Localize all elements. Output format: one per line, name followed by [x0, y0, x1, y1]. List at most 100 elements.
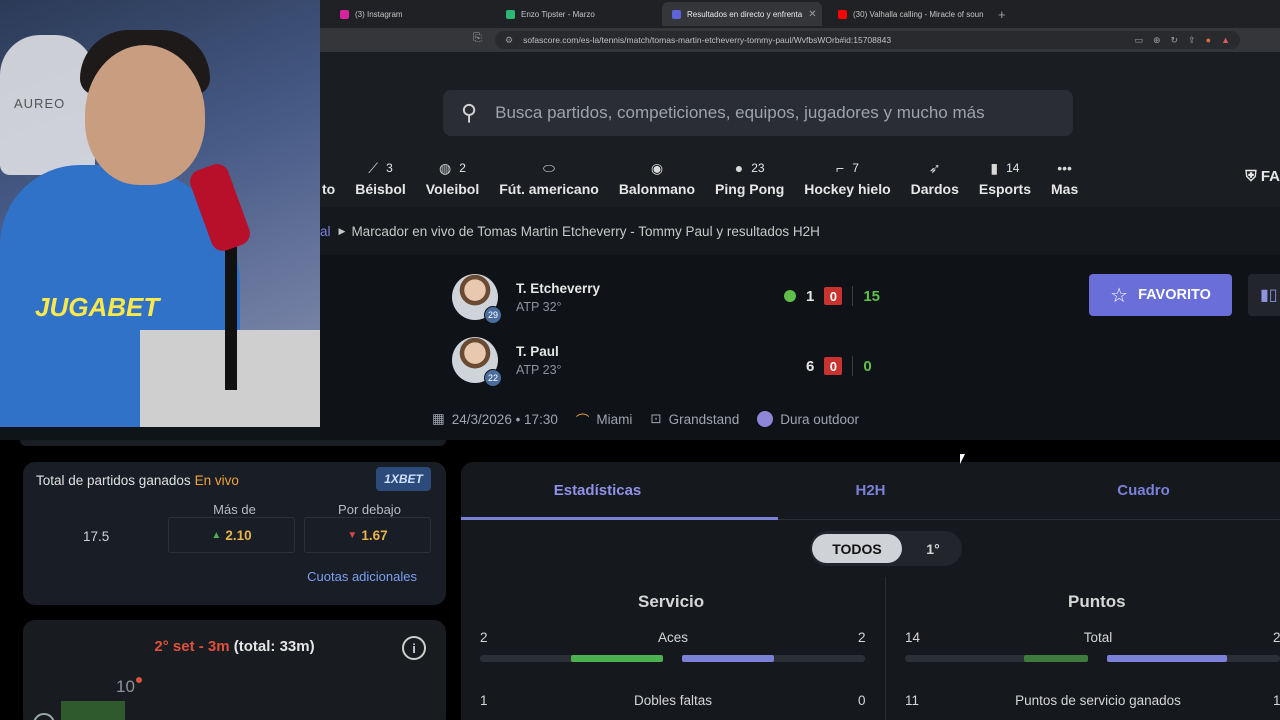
player-row-home[interactable]: 29 T. Etcheverry ATP 32°: [452, 274, 600, 324]
sport-label: to: [322, 181, 336, 197]
tournament-icon: ⌒: [575, 413, 590, 428]
arrow-down-icon: ▼: [347, 529, 358, 541]
favorite-button[interactable]: ☆ FAVORITO: [1089, 274, 1232, 316]
service-title: Servicio: [638, 592, 705, 611]
red-dot-icon: [135, 677, 142, 683]
active-tab-indicator: [461, 517, 778, 520]
player-ranking: ATP 32°: [516, 299, 562, 314]
cast-icon[interactable]: ▭: [1134, 35, 1143, 46]
search-placeholder: Busca partidos, competiciones, equipos, …: [495, 103, 985, 122]
site-info-icon[interactable]: ⚙: [505, 35, 513, 46]
more-icon: •••: [1057, 160, 1072, 176]
match-court: ⊡ Grandstand: [650, 409, 739, 429]
favorite-label: FAVORITO: [1138, 287, 1211, 303]
browser-tab[interactable]: (30) Valhalla calling - Miracle of soun: [828, 2, 988, 26]
odds-line: 17.5: [83, 529, 110, 544]
sport-label: Esports: [978, 181, 1031, 197]
stadium-icon: ⊡: [650, 411, 662, 426]
statistics-panel: Estadísticas H2H Cuadro TODOS 1° Servici…: [461, 462, 1280, 720]
games-score: 0: [824, 357, 843, 375]
zoom-icon[interactable]: ⊕: [1153, 35, 1161, 46]
browser-tab[interactable]: (3) Instagram: [330, 2, 490, 26]
darts-icon: ➶: [928, 159, 941, 176]
stat-bar-left: [905, 655, 1088, 662]
compare-icon[interactable]: ▮▯: [1248, 274, 1280, 316]
sport-item-balonmano[interactable]: ◉ Balonmano: [609, 158, 705, 204]
close-icon[interactable]: ✕: [808, 9, 816, 20]
alert-icon[interactable]: ▲: [1221, 35, 1230, 45]
tab-label: Enzo Tipster - Marzo: [521, 9, 595, 19]
under-odds-button[interactable]: ▼ 1.67: [304, 517, 431, 553]
baseball-icon: ⟋: [368, 159, 379, 176]
serving-ball-icon: [784, 290, 796, 302]
tournament-text: Miami: [596, 411, 633, 427]
over-odds-button[interactable]: ▲ 2.10: [168, 517, 295, 553]
stat-label: Dobles faltas: [633, 693, 713, 708]
sport-item-esports[interactable]: ▮ 14 Esports: [969, 158, 1041, 204]
filter-first-set[interactable]: 1°: [910, 534, 956, 563]
stat-label: Aces: [657, 630, 688, 645]
sport-item-hockey-hielo[interactable]: ⌐ 7 Hockey hielo: [794, 158, 900, 204]
tab-label: (30) Valhalla calling - Miracle of soun: [853, 9, 984, 19]
player-avatar: 22: [452, 337, 502, 387]
search-input[interactable]: ⚲ Busca partidos, competiciones, equipos…: [443, 90, 1073, 136]
tab-h2h[interactable]: H2H: [734, 462, 1007, 519]
share-icon[interactable]: ⇪: [1188, 35, 1196, 46]
stat-label: Total: [1083, 630, 1113, 645]
sport-count: 14: [1006, 161, 1020, 175]
momentum-bar: [61, 701, 125, 720]
points-score: 15: [863, 287, 881, 305]
odds-title: Total de partidos ganados En vivo: [36, 473, 239, 488]
points-title: Puntos: [1068, 592, 1126, 611]
shirt-logo: JUGABET: [35, 292, 160, 322]
new-tab-button[interactable]: +: [994, 7, 1006, 22]
player-ranking: ATP 23°: [516, 362, 562, 377]
extension-icon[interactable]: ●: [1206, 35, 1211, 45]
search-icon: ⚲: [461, 100, 478, 125]
more-odds-link[interactable]: Cuotas adicionales: [307, 569, 417, 584]
sport-item-mas[interactable]: ••• Mas: [1041, 158, 1088, 204]
browser-tab[interactable]: Enzo Tipster - Marzo: [496, 2, 656, 26]
info-icon[interactable]: i: [402, 636, 426, 660]
calendar-icon: ▦: [432, 411, 445, 426]
bar-fill: [1024, 655, 1088, 662]
period-filter: TODOS 1°: [810, 531, 962, 566]
sets-score: 1: [806, 287, 815, 305]
bookmaker-logo[interactable]: 1XBET: [376, 467, 431, 491]
tab-cuadro[interactable]: Cuadro: [1007, 462, 1280, 519]
bookmark-icon[interactable]: ⎘: [473, 32, 482, 45]
games-score: 0: [824, 287, 843, 305]
handball-icon: ◉: [650, 159, 664, 176]
sport-label: Balonmano: [618, 181, 696, 197]
odds-card: Total de partidos ganados En vivo 1XBET M…: [23, 462, 446, 605]
sport-item-ping-pong[interactable]: ● 23 Ping Pong: [705, 158, 794, 204]
tab-estadisticas[interactable]: Estadísticas: [461, 462, 734, 519]
breadcrumb-current: Marcador en vivo de Tomas Martin Etcheve…: [351, 223, 820, 239]
breadcrumb-prev[interactable]: al: [320, 224, 331, 239]
filter-todos[interactable]: TODOS: [812, 534, 902, 563]
favorites-nav[interactable]: ⛨ FA: [1245, 168, 1280, 185]
stat-bar-right: [682, 655, 865, 662]
sport-item-voleibol[interactable]: ◍ 2 Voleibol: [416, 158, 489, 204]
stat-right: 2: [1273, 630, 1280, 645]
volleyball-icon: ◍: [439, 159, 452, 176]
stats-tabs: Estadísticas H2H Cuadro: [461, 462, 1280, 520]
player-row-away[interactable]: 22 T. Paul ATP 23°: [452, 337, 562, 387]
score-divider: [852, 286, 854, 306]
browser-tabbar: (3) Instagram Enzo Tipster - Marzo Resul…: [320, 0, 1280, 28]
browser-tab-active[interactable]: Resultados en directo y enfrenta ✕: [662, 2, 822, 26]
over-header: Más de: [213, 502, 256, 517]
match-tournament[interactable]: ⌒ Miami: [576, 409, 633, 429]
history-icon[interactable]: ↻: [1171, 35, 1179, 46]
sport-item[interactable]: to: [312, 158, 345, 204]
omnibox[interactable]: ⚙ sofascore.com/es-la/tennis/match/tomas…: [495, 31, 1240, 49]
arrow-up-icon: ▲: [211, 529, 222, 541]
mic-arm: [225, 230, 237, 390]
star-icon: ☆: [1110, 284, 1129, 307]
sport-count: 2: [459, 161, 466, 175]
sport-item-futbol-americano[interactable]: ⬭ Fút. americano: [489, 158, 609, 204]
sport-item-beisbol[interactable]: ⟋ 3 Béisbol: [345, 158, 416, 204]
panel-edge: [20, 440, 446, 446]
sport-item-dardos[interactable]: ➶ Dardos: [901, 158, 969, 204]
instagram-icon: [340, 9, 349, 19]
